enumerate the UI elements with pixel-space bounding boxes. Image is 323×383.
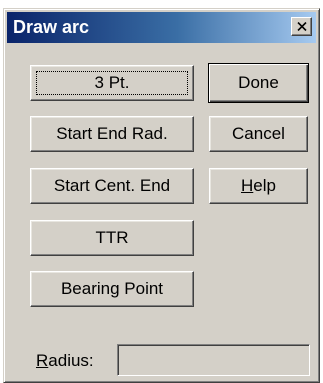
done-button[interactable]: Done bbox=[208, 63, 309, 103]
title-bar[interactable]: Draw arc bbox=[7, 12, 316, 43]
radius-input[interactable] bbox=[117, 344, 310, 376]
done-label: Done bbox=[238, 73, 279, 92]
help-button[interactable]: Help bbox=[209, 168, 308, 204]
start-center-end-label: Start Cent. End bbox=[53, 176, 171, 195]
close-button[interactable] bbox=[291, 17, 312, 36]
cancel-label: Cancel bbox=[232, 124, 285, 143]
close-icon bbox=[296, 22, 307, 31]
bearing-point-button[interactable]: Bearing Point bbox=[30, 271, 194, 307]
radius-mnemonic: R bbox=[36, 351, 49, 370]
help-label: Help bbox=[241, 176, 276, 196]
bearing-point-label: Bearing Point bbox=[60, 279, 164, 298]
cancel-button[interactable]: Cancel bbox=[209, 116, 308, 152]
start-end-radius-button[interactable]: Start End Rad. bbox=[30, 116, 194, 152]
help-mnemonic: H bbox=[241, 176, 254, 195]
ttr-label: TTR bbox=[95, 228, 129, 247]
draw-arc-dialog: Draw arc 3 Pt. Start End Rad. Start Cent… bbox=[3, 8, 320, 383]
three-point-label: 3 Pt. bbox=[94, 73, 130, 92]
ttr-button[interactable]: TTR bbox=[30, 220, 194, 256]
start-end-radius-label: Start End Rad. bbox=[56, 124, 168, 143]
window-title: Draw arc bbox=[13, 17, 90, 37]
radius-label-rest: adius: bbox=[48, 351, 94, 370]
three-point-button[interactable]: 3 Pt. bbox=[30, 65, 194, 101]
help-label-rest: elp bbox=[253, 176, 276, 195]
start-center-end-button[interactable]: Start Cent. End bbox=[30, 168, 194, 204]
radius-label: Radius: bbox=[36, 351, 94, 371]
